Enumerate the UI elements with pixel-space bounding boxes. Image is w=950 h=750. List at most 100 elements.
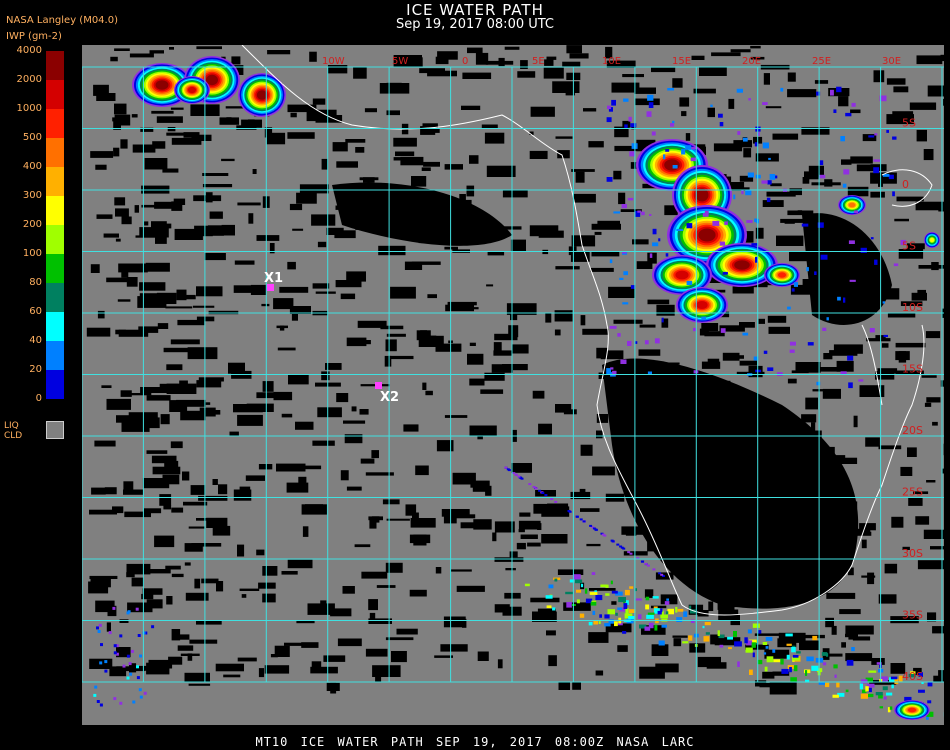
clear-patch <box>467 47 483 54</box>
clear-patch <box>787 89 817 98</box>
clear-patch <box>708 601 714 611</box>
ice-cloud-cell <box>675 270 689 280</box>
ice-speck <box>710 104 713 107</box>
clear-patch <box>241 119 262 128</box>
ice-speck <box>719 241 726 246</box>
clear-patch <box>304 465 322 470</box>
clear-patch <box>119 619 129 623</box>
clear-patch <box>312 440 335 446</box>
clear-patch <box>504 46 520 50</box>
ice-speck <box>611 590 618 594</box>
ice-speck <box>617 333 621 337</box>
source-label: NASA Langley (M04.0) <box>6 15 118 26</box>
clear-patch <box>566 45 582 54</box>
clear-patch <box>115 329 126 335</box>
clear-patch <box>770 183 782 187</box>
clear-patch <box>527 542 541 547</box>
ice-speck <box>724 221 728 225</box>
clear-patch <box>143 508 162 514</box>
ice-speck <box>746 220 753 223</box>
ice-speck <box>666 598 669 601</box>
ice-speck <box>786 654 790 660</box>
ice-speck <box>702 625 705 629</box>
ice-speck <box>819 174 826 179</box>
legend-swatch <box>46 225 64 254</box>
clear-patch <box>223 674 241 678</box>
latitude-label: 5S <box>902 117 916 130</box>
ice-speck <box>722 271 728 275</box>
clear-patch <box>597 220 620 227</box>
legend-swatch <box>46 370 64 399</box>
ice-speck <box>113 651 117 655</box>
clear-patch <box>88 581 109 594</box>
clear-patch <box>554 329 561 336</box>
clear-patch <box>589 588 616 591</box>
clear-patch <box>739 360 757 366</box>
clear-patch <box>302 526 309 537</box>
clear-patch <box>309 51 317 62</box>
clear-patch <box>494 604 510 613</box>
ice-speck <box>781 668 789 674</box>
clear-patch <box>861 539 867 549</box>
clear-patch <box>434 128 440 133</box>
clear-patch <box>182 471 190 481</box>
clear-patch <box>131 114 138 118</box>
clear-patch <box>750 45 761 49</box>
clear-patch <box>477 651 489 661</box>
clear-patch <box>575 171 585 183</box>
clear-patch <box>580 444 593 456</box>
clear-patch <box>292 228 304 231</box>
ice-speck <box>851 647 855 652</box>
clear-patch <box>545 313 552 323</box>
clear-patch <box>852 636 871 641</box>
clear-patch <box>891 516 904 528</box>
ice-speck <box>686 223 693 229</box>
ice-cloud-cell <box>907 707 917 713</box>
ice-speck <box>647 612 655 615</box>
clear-patch <box>365 472 394 476</box>
ice-speck <box>886 129 889 133</box>
ice-cloud-cell <box>734 260 750 270</box>
ice-speck <box>826 317 829 321</box>
ice-speck <box>613 211 621 214</box>
ice-speck <box>836 682 840 688</box>
clear-patch <box>853 415 858 428</box>
ice-speck <box>610 580 613 585</box>
clear-patch <box>841 159 852 165</box>
clear-patch <box>345 139 366 143</box>
ice-speck <box>151 625 155 629</box>
legend-tick-label: 100 <box>22 248 42 259</box>
clear-patch <box>469 425 497 436</box>
clear-patch <box>411 57 423 68</box>
clear-patch <box>337 638 362 647</box>
clear-patch <box>647 299 670 305</box>
clear-patch <box>588 632 609 643</box>
clear-patch <box>202 173 229 176</box>
clear-patch <box>346 271 366 282</box>
clear-patch <box>850 156 873 164</box>
ice-speck <box>743 137 748 142</box>
ice-speck <box>574 579 583 584</box>
clear-patch <box>421 167 431 171</box>
clear-patch <box>916 55 943 65</box>
clear-patch <box>403 424 419 432</box>
clear-patch <box>510 239 526 252</box>
clear-patch <box>336 393 349 403</box>
clear-patch <box>707 107 715 118</box>
clear-patch <box>622 74 644 78</box>
ice-speck <box>667 608 674 615</box>
clear-patch <box>163 505 172 510</box>
clear-patch <box>884 563 898 574</box>
clear-patch <box>326 682 340 691</box>
ice-speck <box>712 220 720 226</box>
ice-speck <box>889 706 893 710</box>
ice-speck <box>664 601 670 605</box>
ice-speck <box>704 210 709 214</box>
ice-speck <box>847 355 854 361</box>
ice-speck <box>833 664 838 669</box>
ice-speck <box>104 669 108 673</box>
ice-speck <box>93 693 97 697</box>
ice-speck <box>752 623 760 628</box>
clear-patch <box>878 445 902 450</box>
ice-speck <box>550 498 554 501</box>
